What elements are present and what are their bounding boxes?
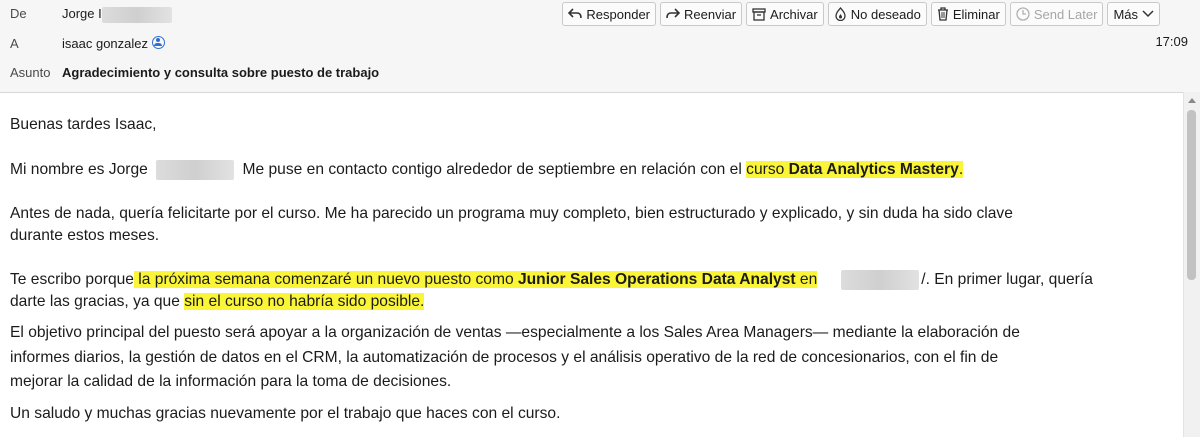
paragraph-intro: Mi nombre es Jorge Me puse en contacto c… xyxy=(10,159,964,181)
delete-button[interactable]: Eliminar xyxy=(930,2,1006,26)
archive-icon xyxy=(752,7,766,21)
junk-icon xyxy=(835,7,846,21)
intro-period: . xyxy=(958,161,964,178)
message-toolbar: Responder Reenviar Archivar No deseado E… xyxy=(562,2,1160,26)
message-time: 17:09 xyxy=(1155,34,1188,49)
more-button[interactable]: Más xyxy=(1107,2,1160,26)
job-title: Junior Sales Operations Data Analyst xyxy=(517,271,796,288)
subject-label: Asunto xyxy=(10,65,51,80)
to-label: A xyxy=(10,36,19,51)
from-value[interactable]: Jorge I xyxy=(62,3,172,25)
subject-value: Agradecimiento y consulta sobre puesto d… xyxy=(62,65,380,80)
closing: Un saludo y muchas gracias nuevamente po… xyxy=(10,405,561,422)
clock-icon xyxy=(1016,7,1030,21)
scroll-thumb[interactable] xyxy=(1187,110,1196,280)
reply-button[interactable]: Responder xyxy=(562,2,657,26)
send-later-label: Send Later xyxy=(1033,6,1098,22)
junk-label: No deseado xyxy=(850,6,921,22)
message-header: De Jorge I Responder Reenviar Archivar N… xyxy=(0,0,1200,93)
archive-button[interactable]: Archivar xyxy=(746,2,824,26)
intro-course-word: curso xyxy=(746,161,785,178)
to-name[interactable]: isaac gonzalez xyxy=(62,36,148,51)
delete-label: Eliminar xyxy=(952,6,1000,22)
redacted-company xyxy=(841,269,920,290)
new-job-part-2: la próxima semana comenzaré un nuevo pue… xyxy=(133,271,518,288)
forward-label: Reenviar xyxy=(684,6,737,22)
highlight-thanks: sin el curso no habría sido posible. xyxy=(184,293,425,310)
contact-icon[interactable] xyxy=(152,36,165,49)
redacted-surname xyxy=(101,6,172,23)
scroll-up-arrow-icon[interactable] xyxy=(1188,98,1196,103)
paragraph-role-line-1: El objetivo principal del puesto será ap… xyxy=(10,324,1020,341)
from-label: De xyxy=(10,6,27,21)
greeting: Buenas tardes Isaac, xyxy=(10,116,157,133)
paragraph-new-job-line-1: Te escribo porque la próxima semana come… xyxy=(10,269,1093,291)
reply-icon xyxy=(568,8,583,19)
intro-part-1: Mi nombre es Jorge xyxy=(10,161,148,178)
paragraph-role-line-2: informes diarios, la gestión de datos en… xyxy=(10,349,999,366)
course-name: Data Analytics Mastery xyxy=(788,161,959,178)
new-job-part-5: darte las gracias, ya que xyxy=(10,293,180,310)
paragraph-congrats-line-2: durante estos meses. xyxy=(10,227,160,244)
new-job-part-4: /. En primer lugar, quería xyxy=(921,271,1093,288)
paragraph-congrats-line-1: Antes de nada, quería felicitarte por el… xyxy=(10,205,1013,222)
highlight-course: curso Data Analytics Mastery. xyxy=(746,161,964,178)
to-value[interactable]: isaac gonzalez xyxy=(62,33,165,55)
from-name[interactable]: Jorge I xyxy=(62,6,102,21)
new-job-part-1: Te escribo porque xyxy=(10,271,134,288)
reply-label: Responder xyxy=(586,6,651,22)
redacted-surname-body xyxy=(156,159,235,180)
paragraph-role-line-3: mejorar la calidad de la información par… xyxy=(10,373,452,390)
junk-button[interactable]: No deseado xyxy=(827,2,927,26)
new-job-part-3: en xyxy=(795,271,818,288)
send-later-button[interactable]: Send Later xyxy=(1009,2,1104,26)
trash-icon xyxy=(937,7,948,21)
more-label: Más xyxy=(1113,6,1138,22)
forward-icon xyxy=(666,8,681,19)
intro-part-2: Me puse en contacto contigo alrededor de… xyxy=(242,161,742,178)
archive-label: Archivar xyxy=(770,6,818,22)
paragraph-new-job-line-2: darte las gracias, ya que sin el curso n… xyxy=(10,291,425,313)
forward-button[interactable]: Reenviar xyxy=(660,2,743,26)
chevron-down-icon xyxy=(1142,10,1154,18)
scrollbar[interactable] xyxy=(1183,92,1200,437)
highlight-new-job: la próxima semana comenzaré un nuevo pue… xyxy=(133,271,818,288)
